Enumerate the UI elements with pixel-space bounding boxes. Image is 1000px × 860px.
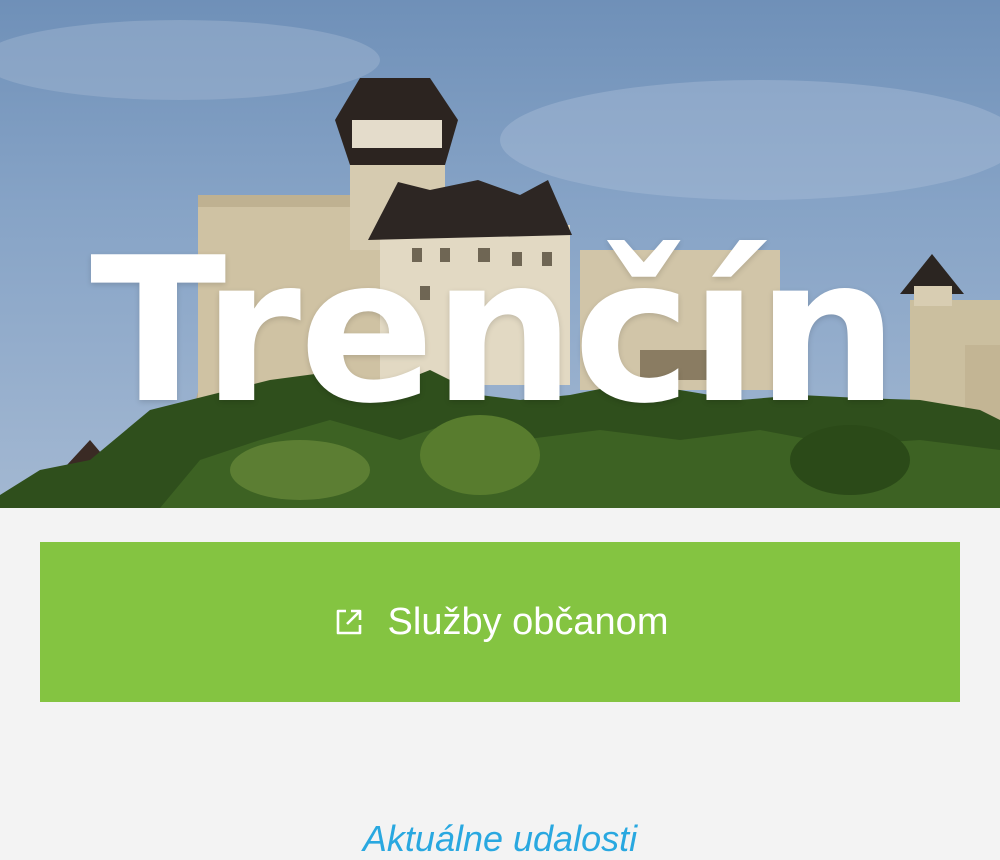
city-title: Trenčín (90, 215, 899, 448)
external-link-icon (336, 609, 361, 635)
citizen-services-label: Služby občanom (387, 600, 669, 643)
citizen-services-button[interactable]: Služby občanom (40, 542, 960, 702)
news-link[interactable]: Aktuálne udalosti (0, 818, 1000, 860)
hero-banner: Trenčín (0, 0, 1000, 508)
